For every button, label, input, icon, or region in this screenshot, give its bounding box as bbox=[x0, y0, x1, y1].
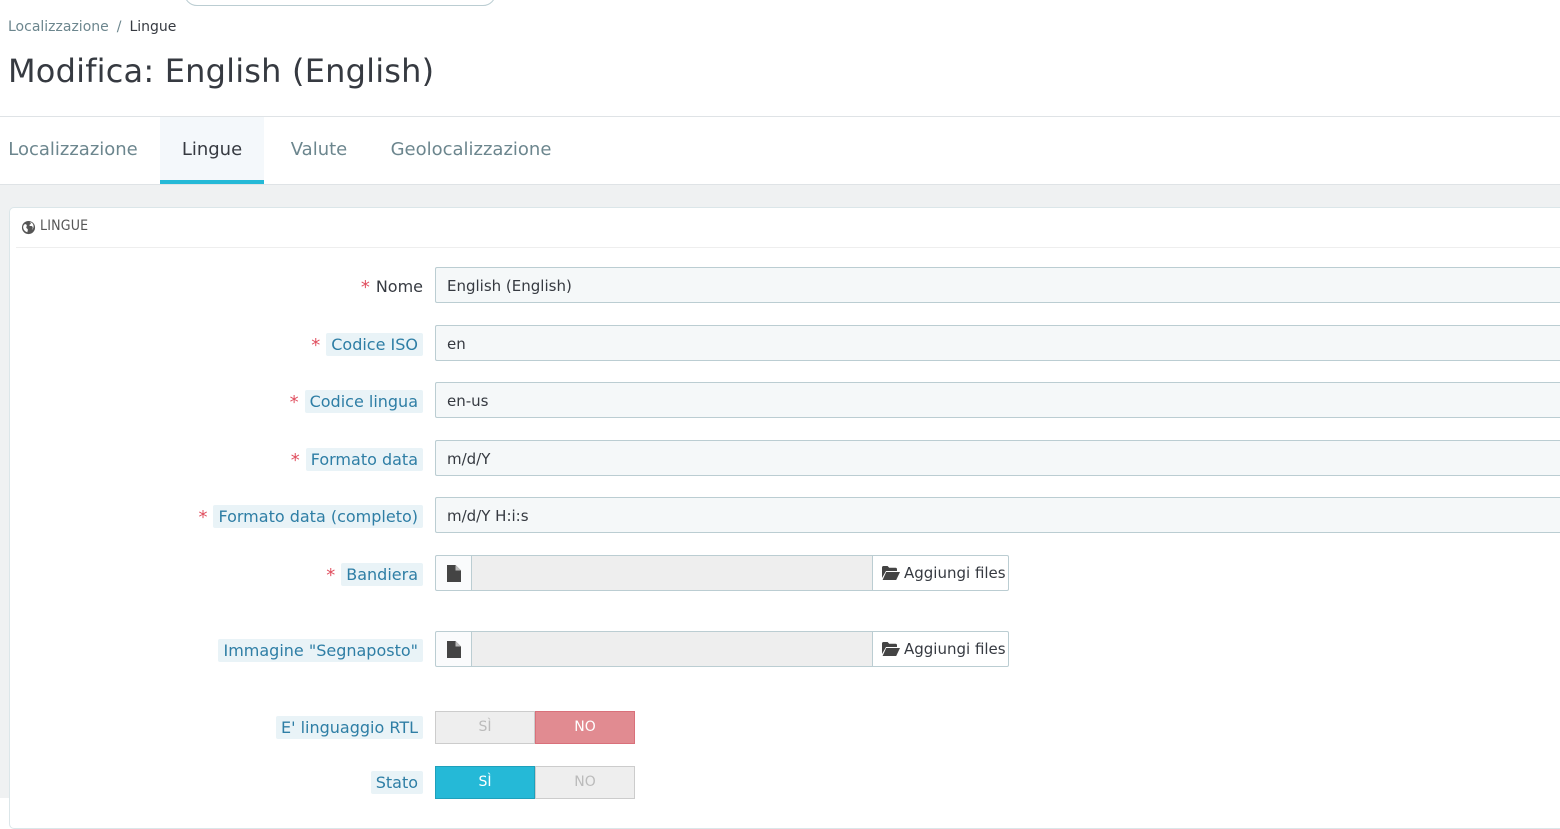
tab-bar: Localizzazione Lingue Valute Geolocalizz… bbox=[0, 117, 1560, 184]
panel-heading: LINGUE bbox=[16, 208, 1560, 248]
file-icon bbox=[447, 565, 461, 582]
bandiera-label[interactable]: Bandiera bbox=[341, 562, 423, 586]
tab-lingue[interactable]: Lingue bbox=[160, 117, 264, 184]
tab-geolocalizzazione[interactable]: Geolocalizzazione bbox=[384, 117, 558, 184]
formato-data-completo-label[interactable]: Formato data (completo) bbox=[213, 504, 423, 528]
stato-no-option[interactable]: NO bbox=[535, 766, 635, 799]
folder-open-icon bbox=[882, 566, 900, 580]
form-row-formato-data-completo: * Formato data (completo) m/d/Y H:i:s bbox=[10, 497, 1560, 535]
breadcrumb: Localizzazione / Lingue bbox=[8, 19, 176, 35]
file-icon-box bbox=[435, 631, 472, 667]
languages-panel: LINGUE * Nome English (English) * Codice… bbox=[9, 207, 1560, 829]
segnaposto-add-files-label: Aggiungi files bbox=[904, 640, 1006, 658]
globe-icon bbox=[21, 220, 36, 235]
codice-lingua-input[interactable]: en-us bbox=[435, 382, 1560, 418]
tab-valute[interactable]: Valute bbox=[278, 117, 360, 184]
form-row-segnaposto: Immagine "Segnaposto" Aggiungi files bbox=[10, 631, 1560, 669]
segnaposto-label[interactable]: Immagine "Segnaposto" bbox=[218, 638, 423, 662]
bandiera-add-files-button[interactable]: Aggiungi files bbox=[872, 555, 1009, 591]
panel-heading-label: LINGUE bbox=[40, 218, 89, 234]
stato-switch: SÌ NO bbox=[435, 766, 636, 799]
form-row-codice-lingua: * Codice lingua en-us bbox=[10, 382, 1560, 420]
form-row-codice-iso: * Codice ISO en bbox=[10, 325, 1560, 363]
codice-iso-input[interactable]: en bbox=[435, 325, 1560, 361]
bandiera-file-input: Aggiungi files bbox=[435, 555, 1009, 593]
bandiera-add-files-label: Aggiungi files bbox=[904, 564, 1006, 582]
formato-data-label[interactable]: Formato data bbox=[305, 447, 423, 471]
tab-localizzazione[interactable]: Localizzazione bbox=[0, 117, 146, 184]
rtl-switch: SÌ NO bbox=[435, 711, 636, 744]
stato-yes-option[interactable]: SÌ bbox=[435, 766, 535, 799]
segnaposto-file-path[interactable] bbox=[472, 631, 872, 667]
segnaposto-add-files-button[interactable]: Aggiungi files bbox=[872, 631, 1009, 667]
codice-iso-label[interactable]: Codice ISO bbox=[326, 332, 423, 356]
required-mark: * bbox=[290, 449, 300, 471]
nome-label: Nome bbox=[375, 276, 423, 296]
form-row-rtl: E' linguaggio RTL SÌ NO bbox=[10, 711, 1560, 749]
segnaposto-file-input: Aggiungi files bbox=[435, 631, 1009, 669]
rtl-yes-option[interactable]: SÌ bbox=[435, 711, 535, 744]
stato-label[interactable]: Stato bbox=[370, 771, 423, 794]
rtl-label[interactable]: E' linguaggio RTL bbox=[276, 716, 423, 739]
nome-input[interactable]: English (English) bbox=[435, 267, 1560, 303]
content-area: LINGUE * Nome English (English) * Codice… bbox=[0, 184, 1560, 829]
formato-data-completo-input[interactable]: m/d/Y H:i:s bbox=[435, 497, 1560, 533]
required-mark: * bbox=[360, 276, 370, 298]
folder-open-icon bbox=[882, 642, 900, 656]
breadcrumb-separator: / bbox=[116, 19, 122, 35]
page-title: Modifica: English (English) bbox=[8, 52, 435, 90]
form-row-stato: Stato SÌ NO bbox=[10, 766, 1560, 804]
top-search-input[interactable] bbox=[184, 0, 496, 6]
rtl-no-option[interactable]: NO bbox=[535, 711, 635, 744]
required-mark: * bbox=[198, 506, 208, 528]
file-icon-box bbox=[435, 555, 472, 591]
formato-data-input[interactable]: m/d/Y bbox=[435, 440, 1560, 476]
form-row-bandiera: * Bandiera Aggiungi files bbox=[10, 555, 1560, 593]
required-mark: * bbox=[289, 391, 299, 413]
bandiera-file-path[interactable] bbox=[472, 555, 872, 591]
codice-lingua-label[interactable]: Codice lingua bbox=[304, 389, 423, 413]
breadcrumb-parent[interactable]: Localizzazione bbox=[8, 19, 109, 35]
breadcrumb-current: Lingue bbox=[129, 19, 177, 35]
required-mark: * bbox=[311, 334, 321, 356]
form-row-formato-data: * Formato data m/d/Y bbox=[10, 440, 1560, 478]
file-icon bbox=[447, 641, 461, 658]
required-mark: * bbox=[326, 564, 336, 586]
form-row-nome: * Nome English (English) bbox=[10, 267, 1560, 305]
